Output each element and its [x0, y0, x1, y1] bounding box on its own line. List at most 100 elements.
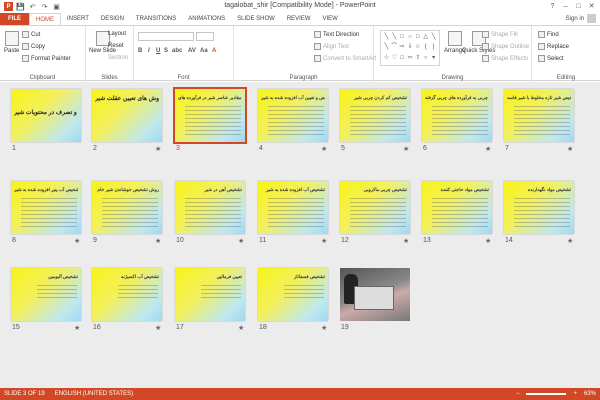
shape-rect-icon[interactable]: □ [414, 33, 421, 42]
slide-thumbnail[interactable]: تشخيص مواد حاجتی کننده [422, 181, 492, 234]
sign-in-label[interactable]: Sign in [566, 16, 584, 22]
shape-heart-icon[interactable]: ♡ [391, 54, 398, 63]
font-size-input[interactable] [196, 32, 214, 41]
shape-brace-icon[interactable]: { [422, 43, 429, 52]
shape-arrow-icon[interactable]: ⇩ [407, 43, 414, 52]
bold-button[interactable]: B [138, 48, 142, 54]
transition-star-icon[interactable]: ★ [485, 145, 491, 153]
shape-arrow-icon[interactable]: ⇨ [399, 43, 406, 52]
shapes-gallery[interactable]: ╲ ╲ □ ○ □ △ ╲ ╲ ⌒ ⇨ ⇩ ☆{} ☆ ♡ □ ⇦ ⇧ ○ ▾ [380, 30, 440, 66]
zoom-slider[interactable] [526, 393, 567, 395]
transition-star-icon[interactable]: ★ [403, 145, 409, 153]
shape-line-icon[interactable]: ╲ [430, 33, 437, 42]
shape-brace-icon[interactable]: } [430, 43, 437, 52]
language-status[interactable]: ENGLISH (UNITED STATES) [55, 391, 133, 397]
slide-thumbnail[interactable]: تقلبات مربوط به مقادير عناصر شير در فرآو… [173, 87, 247, 144]
slide-thumbnail[interactable]: تشخيص شير تازه مخلوط با شير فاسد [504, 89, 574, 142]
transition-star-icon[interactable]: ★ [155, 324, 161, 332]
slide-thumbnail[interactable]: روش تشخيص جوشاندن شير خام [92, 181, 162, 234]
strike-button[interactable]: S [164, 48, 168, 54]
transition-star-icon[interactable]: ★ [567, 237, 573, 245]
slide-thumbnail[interactable]: دخل و تصرف در محتويات شير [11, 89, 81, 142]
zoom-in-icon[interactable]: + [573, 391, 577, 397]
shape-star-icon[interactable]: ☆ [383, 54, 390, 63]
transition-star-icon[interactable]: ★ [155, 237, 161, 245]
font-color-button[interactable]: A [212, 48, 216, 54]
shape-arrow-icon[interactable]: ⇦ [407, 54, 414, 63]
shape-triangle-icon[interactable]: △ [422, 33, 429, 42]
avatar[interactable] [587, 14, 596, 23]
shape-fill-button[interactable]: Shape Fill [482, 31, 518, 38]
tab-animations[interactable]: ANIMATIONS [182, 13, 231, 25]
help-button[interactable]: ? [546, 0, 559, 13]
slide-thumbnail[interactable]: تشخيص آهن در شير [175, 181, 245, 234]
close-button[interactable]: ✕ [585, 0, 598, 13]
shape-line-icon[interactable]: ╲ [391, 33, 398, 42]
transition-star-icon[interactable]: ★ [238, 324, 244, 332]
shape-effects-button[interactable]: Shape Effects [482, 55, 528, 62]
replace-button[interactable]: Replace [538, 43, 569, 50]
shape-line-icon[interactable]: ╲ [383, 43, 390, 52]
convert-smartart-button[interactable]: Convert to SmartArt [314, 55, 376, 62]
transition-star-icon[interactable]: ★ [403, 237, 409, 245]
cut-button[interactable]: Cut [22, 31, 40, 38]
slide-thumbnail[interactable]: تشخيص چربی ماکروبی [340, 181, 410, 234]
transition-star-icon[interactable]: ★ [74, 237, 80, 245]
zoom-control[interactable]: − + 63% [512, 388, 596, 400]
shape-oval-icon[interactable]: ○ [407, 33, 414, 42]
select-button[interactable]: Select [538, 55, 564, 62]
transition-star-icon[interactable]: ★ [321, 324, 327, 332]
tab-file[interactable]: FILE [0, 13, 29, 25]
zoom-out-icon[interactable]: − [516, 391, 520, 397]
tab-design[interactable]: DESIGN [95, 13, 130, 25]
shape-rect-icon[interactable]: □ [399, 54, 406, 63]
shape-curve-icon[interactable]: ⌒ [391, 43, 398, 52]
slide-thumbnail[interactable]: تشخيص آب افزوده شده به شير [258, 181, 328, 234]
transition-star-icon[interactable]: ★ [485, 237, 491, 245]
spacing-button[interactable]: AV [188, 48, 196, 54]
transition-star-icon[interactable]: ★ [321, 237, 327, 245]
shape-oval-icon[interactable]: ○ [422, 54, 429, 63]
reset-button[interactable]: Reset [108, 43, 124, 49]
tab-view[interactable]: VIEW [317, 13, 344, 25]
transition-star-icon[interactable]: ★ [155, 145, 161, 153]
slide-thumbnail[interactable]: تشخيص آب اکسيژنه [92, 268, 162, 321]
slide-thumbnail[interactable]: تعيين فرمالين [175, 268, 245, 321]
format-painter-button[interactable]: Format Painter [22, 55, 71, 62]
slide-thumbnail[interactable]: تشخيص آلبومين [11, 268, 81, 321]
transition-star-icon[interactable]: ★ [238, 237, 244, 245]
copy-button[interactable]: Copy [22, 43, 45, 50]
shape-rect-icon[interactable]: □ [399, 33, 406, 42]
maximize-button[interactable]: □ [572, 0, 585, 13]
shape-outline-button[interactable]: Shape Outline [482, 43, 529, 50]
change-case-button[interactable]: Aa [200, 48, 208, 54]
redo-icon[interactable]: ↷ [40, 2, 49, 11]
slide-thumbnail[interactable]: روش های تعيين عقلت شير [92, 89, 162, 142]
transition-star-icon[interactable]: ★ [321, 145, 327, 153]
slide-thumbnail[interactable]: اضافه کردن چربی به فرآورده های چربی گرفت… [422, 89, 492, 142]
tab-review[interactable]: REVIEW [281, 13, 317, 25]
tab-transitions[interactable]: TRANSITIONS [130, 13, 182, 25]
start-slideshow-icon[interactable]: ▣ [52, 2, 61, 11]
find-button[interactable]: Find [538, 31, 559, 38]
section-button[interactable]: Section [108, 55, 128, 61]
slide-thumbnail[interactable]: تشخيص فسفاتاز [258, 268, 328, 321]
underline-button[interactable]: U [156, 48, 160, 54]
minimize-button[interactable]: – [559, 0, 572, 13]
slide-thumbnail[interactable]: تشخيص مواد نگهدارنده [504, 181, 574, 234]
italic-button[interactable]: I [148, 48, 150, 54]
layout-button[interactable]: Layout [108, 31, 126, 37]
align-text-button[interactable]: Align Text [314, 43, 349, 50]
save-icon[interactable]: 💾 [16, 2, 25, 11]
slide-thumbnail[interactable]: تشخيص کم کردن چربی شير [340, 89, 410, 142]
sign-in[interactable]: Sign in [566, 14, 596, 23]
shadow-button[interactable]: abc [172, 48, 182, 54]
text-direction-button[interactable]: Text Direction [314, 31, 359, 38]
transition-star-icon[interactable]: ★ [567, 145, 573, 153]
shape-arrow-icon[interactable]: ⇧ [414, 54, 421, 63]
tab-insert[interactable]: INSERT [61, 13, 95, 25]
paste-button[interactable]: Paste [4, 31, 19, 54]
shape-line-icon[interactable]: ╲ [383, 33, 390, 42]
transition-star-icon[interactable]: ★ [74, 324, 80, 332]
shape-star-icon[interactable]: ☆ [414, 43, 421, 52]
